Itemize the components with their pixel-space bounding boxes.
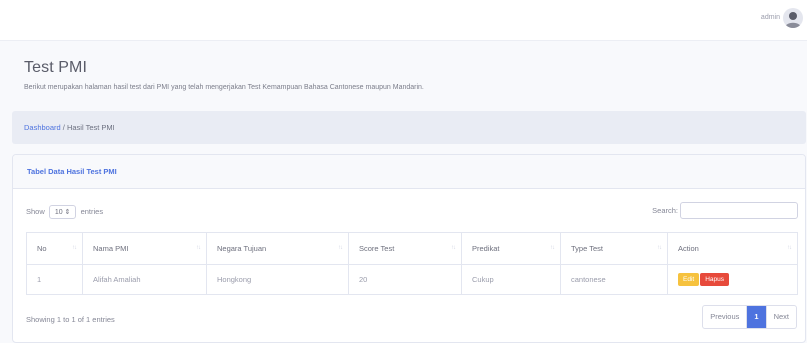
card-title: Tabel Data Hasil Test PMI — [13, 155, 805, 189]
column-header-predikat[interactable]: Predikat ↑↓ — [461, 232, 561, 265]
table-controls: Show 10 ⇕ entries Search: — [26, 202, 798, 222]
sort-icon: ↑↓ — [550, 245, 555, 251]
pagination-page-1-button[interactable]: 1 — [747, 306, 766, 328]
column-header-type-test[interactable]: Type Test ↑↓ — [560, 232, 668, 265]
cell-negara-tujuan: Hongkong — [206, 264, 349, 295]
search-input[interactable] — [680, 202, 798, 219]
cell-nama-pmi: Alifah Amaliah — [82, 264, 207, 295]
sort-icon: ↑↓ — [451, 245, 456, 251]
show-label: Show — [26, 206, 45, 216]
column-header-score-test[interactable]: Score Test ↑↓ — [348, 232, 462, 265]
column-header-no[interactable]: No ↑↓ — [26, 232, 83, 265]
breadcrumb-current: Hasil Test PMI — [66, 123, 115, 132]
entries-label: entries — [80, 206, 104, 216]
sort-icon: ↑↓ — [196, 245, 201, 251]
user-avatar-icon[interactable] — [783, 8, 803, 28]
column-header-negara-tujuan[interactable]: Negara Tujuan ↑↓ — [206, 232, 349, 265]
entries-length-control: Show 10 ⇕ entries — [26, 205, 103, 219]
results-table: No ↑↓ Nama PMI ↑↓ Negara Tujuan ↑↓ Score Te… — [26, 232, 798, 295]
page-description: Berikut merupakan halaman hasil test dar… — [24, 84, 424, 91]
sort-icon: ↑↓ — [657, 245, 662, 251]
entries-select-value: 10 — [54, 209, 63, 216]
hapus-button[interactable]: Hapus — [700, 273, 729, 286]
pagination: Previous 1 Next — [702, 305, 797, 329]
column-header-nama-pmi[interactable]: Nama PMI ↑↓ — [82, 232, 207, 265]
edit-button[interactable]: Edit — [678, 273, 700, 286]
cell-score-test: 20 — [348, 264, 462, 295]
results-card: Tabel Data Hasil Test PMI Show 10 ⇕ entr… — [12, 154, 806, 343]
pagination-next-button[interactable]: Next — [765, 306, 796, 328]
topbar: admin — [0, 0, 807, 41]
cell-predikat: Cukup — [461, 264, 561, 295]
sort-icon: ↑↓ — [338, 245, 343, 251]
search-label: Search: — [652, 206, 678, 215]
user-name[interactable]: admin — [761, 14, 780, 21]
breadcrumb-dashboard-link[interactable]: Dashboard — [24, 123, 61, 132]
select-arrow-icon: ⇕ — [64, 209, 71, 216]
entries-select[interactable]: 10 ⇕ — [48, 205, 77, 219]
table-info: Showing 1 to 1 of 1 entries — [26, 315, 115, 324]
breadcrumb: Dashboard / Hasil Test PMI — [12, 111, 806, 144]
table-row: 1 Alifah Amaliah Hongkong 20 Cukup canto… — [26, 264, 798, 295]
sort-icon: ↑↓ — [72, 245, 77, 251]
page-title: Test PMI — [24, 59, 88, 76]
table-header-row: No ↑↓ Nama PMI ↑↓ Negara Tujuan ↑↓ Score Te… — [26, 232, 798, 265]
cell-action: Edit Hapus — [667, 264, 798, 295]
pagination-previous-button[interactable]: Previous — [703, 306, 748, 328]
sort-icon: ↑↓ — [787, 245, 792, 251]
cell-type-test: cantonese — [560, 264, 668, 295]
column-header-action[interactable]: Action ↑↓ — [667, 232, 798, 265]
cell-no: 1 — [26, 264, 83, 295]
